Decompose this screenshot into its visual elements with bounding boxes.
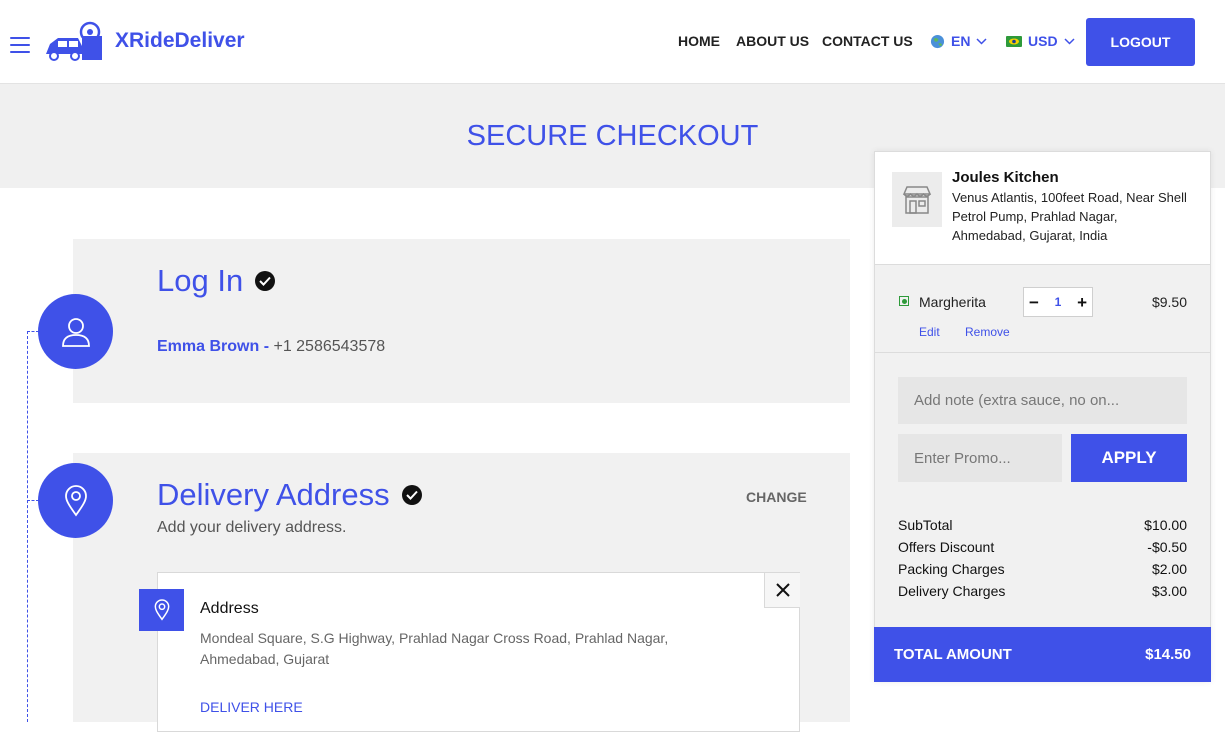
restaurant-info: Joules Kitchen Venus Atlantis, 100feet R… bbox=[875, 152, 1210, 265]
chevron-down-icon bbox=[1064, 37, 1075, 45]
checkmark-icon bbox=[255, 271, 276, 291]
summary-value: $3.00 bbox=[1151, 583, 1187, 599]
close-icon bbox=[775, 583, 790, 597]
deliver-here-button[interactable]: DELIVER HERE bbox=[200, 699, 303, 715]
logo-icon bbox=[46, 21, 102, 61]
currency-value: USD bbox=[1028, 33, 1058, 49]
remove-item-link[interactable]: Remove bbox=[965, 325, 1010, 339]
address-heading: Address bbox=[200, 600, 259, 617]
address-card[interactable]: Address Mondeal Square, S.G Highway, Pra… bbox=[157, 572, 800, 732]
user-icon bbox=[61, 317, 90, 347]
delivery-subtitle: Add your delivery address. bbox=[157, 519, 347, 536]
increment-button[interactable]: + bbox=[1077, 294, 1087, 311]
user-name: Emma Brown - bbox=[157, 338, 270, 355]
restaurant-thumbnail bbox=[892, 172, 942, 227]
total-value: $14.50 bbox=[1145, 646, 1191, 663]
delivery-title-row: Delivery Address bbox=[157, 477, 422, 513]
login-step-circle bbox=[38, 294, 113, 369]
nav-home[interactable]: HOME bbox=[678, 33, 720, 49]
user-phone: +1 2586543578 bbox=[273, 338, 386, 355]
summary-row-delivery: Delivery Charges $3.00 bbox=[898, 583, 1187, 599]
language-value: EN bbox=[951, 33, 971, 49]
summary-label: Packing Charges bbox=[898, 561, 1005, 577]
cart-item: Margherita − 1 + $9.50 Edit Remove bbox=[875, 265, 1210, 353]
summary-label: Delivery Charges bbox=[898, 583, 1006, 599]
checkmark-icon bbox=[401, 485, 422, 505]
nav-about-us[interactable]: ABOUT US bbox=[736, 33, 809, 49]
timeline-line bbox=[27, 331, 28, 722]
address-text: Mondeal Square, S.G Highway, Prahlad Nag… bbox=[200, 630, 669, 667]
address-pin-badge bbox=[139, 589, 184, 631]
top-header: XRideDeliver HOME ABOUT US CONTACT US EN… bbox=[0, 0, 1225, 84]
summary-label: SubTotal bbox=[898, 517, 953, 533]
change-address-button[interactable]: CHANGE bbox=[746, 489, 807, 505]
summary-label: Offers Discount bbox=[898, 539, 995, 555]
restaurant-address: Venus Atlantis, 100feet Road, Near Shell… bbox=[952, 190, 1187, 243]
summary-row-subtotal: SubTotal $10.00 bbox=[898, 517, 1187, 533]
login-title: Log In bbox=[157, 263, 244, 298]
page-title: SECURE CHECKOUT bbox=[466, 120, 759, 152]
login-title-row: Log In bbox=[157, 263, 276, 299]
currency-flag-icon bbox=[1006, 35, 1022, 47]
order-note-input[interactable] bbox=[898, 377, 1187, 424]
decrement-button[interactable]: − bbox=[1029, 294, 1039, 311]
store-icon bbox=[902, 185, 932, 214]
total-label: TOTAL AMOUNT bbox=[894, 646, 1012, 663]
logout-button[interactable]: LOGOUT bbox=[1086, 18, 1195, 66]
cart-sidebar: Joules Kitchen Venus Atlantis, 100feet R… bbox=[874, 151, 1211, 682]
total-amount-bar: TOTAL AMOUNT $14.50 bbox=[874, 627, 1211, 682]
location-pin-icon bbox=[64, 484, 87, 517]
summary-value: $2.00 bbox=[1151, 561, 1187, 577]
quantity-stepper: − 1 + bbox=[1023, 287, 1093, 317]
delivery-step-circle bbox=[38, 463, 113, 538]
edit-item-link[interactable]: Edit bbox=[919, 325, 940, 339]
apply-promo-button[interactable]: APPLY bbox=[1071, 434, 1187, 482]
quantity-value: 1 bbox=[1054, 295, 1062, 309]
summary-row-discount: Offers Discount -$0.50 bbox=[898, 539, 1187, 555]
brand-name[interactable]: XRideDeliver bbox=[115, 29, 245, 53]
hamburger-menu-icon[interactable] bbox=[10, 37, 30, 53]
item-price: $9.50 bbox=[1151, 294, 1187, 310]
item-name: Margherita bbox=[919, 294, 986, 310]
location-pin-icon bbox=[154, 599, 169, 621]
language-selector[interactable]: EN bbox=[930, 33, 987, 49]
globe-icon bbox=[930, 34, 945, 48]
summary-row-packing: Packing Charges $2.00 bbox=[898, 561, 1187, 577]
summary-value: -$0.50 bbox=[1147, 539, 1187, 555]
summary-value: $10.00 bbox=[1144, 517, 1187, 533]
veg-indicator-icon bbox=[899, 296, 909, 306]
chevron-down-icon bbox=[976, 37, 987, 45]
nav-contact-us[interactable]: CONTACT US bbox=[822, 33, 913, 49]
promo-code-input[interactable] bbox=[898, 434, 1062, 482]
close-address-button[interactable] bbox=[764, 573, 800, 608]
currency-selector[interactable]: USD bbox=[1006, 33, 1075, 49]
login-user-info: Emma Brown - +1 2586543578 bbox=[157, 338, 385, 356]
restaurant-name: Joules Kitchen bbox=[952, 169, 1059, 186]
delivery-title: Delivery Address bbox=[157, 477, 390, 512]
